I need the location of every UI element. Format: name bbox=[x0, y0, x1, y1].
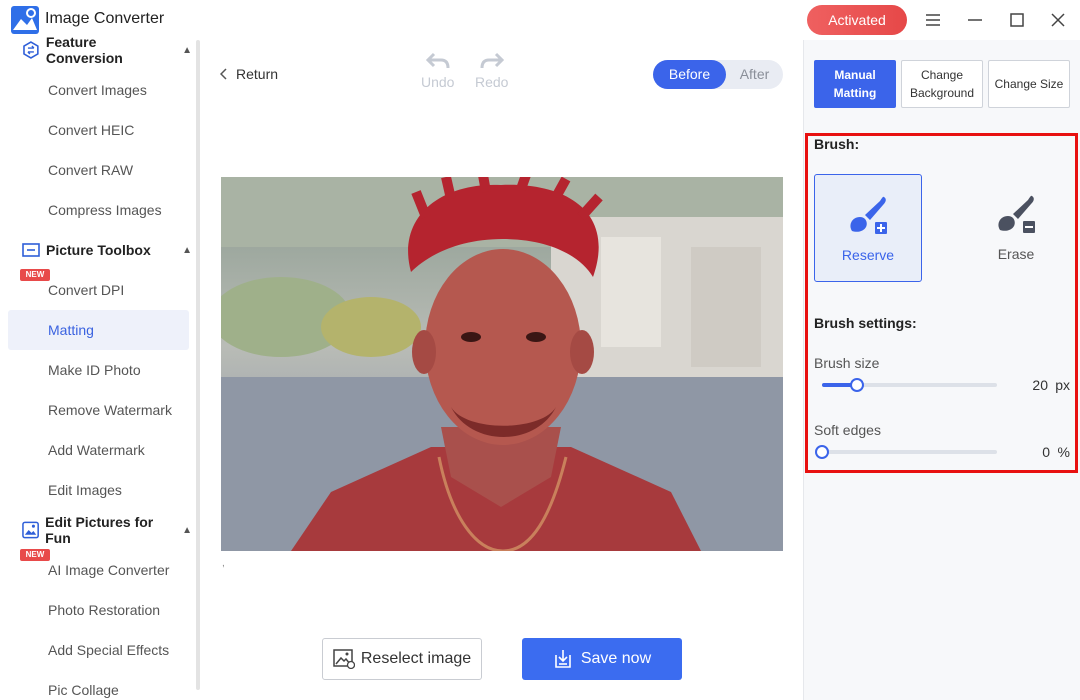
brush-settings-heading: Brush settings: bbox=[814, 315, 917, 331]
sidebar-group-feature-conversion[interactable]: Feature Conversion ▲ bbox=[22, 34, 192, 66]
sidebar-item-photo-restoration[interactable]: Photo Restoration bbox=[8, 590, 189, 630]
sidebar-item-remove-watermark[interactable]: Remove Watermark bbox=[8, 390, 189, 430]
return-button[interactable]: Return bbox=[220, 66, 278, 82]
redo-icon bbox=[480, 52, 504, 69]
undo-button[interactable]: Undo bbox=[421, 52, 454, 90]
sidebar-group-label: Feature Conversion bbox=[45, 34, 123, 66]
sidebar-item-compress-images[interactable]: Compress Images bbox=[8, 190, 189, 230]
undo-label: Undo bbox=[421, 74, 455, 90]
soft-edges-slider[interactable] bbox=[815, 445, 997, 459]
sidebar-group-label: Picture Toolbox bbox=[46, 242, 151, 258]
brush-plus-icon bbox=[850, 196, 889, 236]
sidebar-item-add-watermark[interactable]: Add Watermark bbox=[8, 430, 189, 470]
after-option[interactable]: After bbox=[726, 60, 783, 89]
minimize-icon[interactable] bbox=[963, 8, 987, 32]
sidebar-item-convert-dpi[interactable]: Convert DPI bbox=[8, 270, 189, 310]
chevron-left-icon bbox=[220, 68, 227, 80]
reserve-label: Reserve bbox=[841, 247, 895, 263]
chevron-up-icon: ▲ bbox=[182, 524, 192, 536]
maximize-icon[interactable] bbox=[1005, 8, 1029, 32]
brush-size-thumb[interactable] bbox=[850, 378, 864, 392]
reselect-image-button[interactable]: Reselect image bbox=[322, 638, 482, 680]
return-label: Return bbox=[236, 66, 279, 82]
brush-size-unit: px bbox=[1055, 377, 1070, 393]
before-after-toggle[interactable]: Before After bbox=[653, 60, 783, 89]
brush-heading: Brush: bbox=[814, 136, 860, 152]
sidebar-group-edit-pictures-for-fun[interactable]: Edit Pictures for Fun ▲ bbox=[22, 514, 192, 546]
sidebar-item-convert-images[interactable]: Convert Images bbox=[8, 70, 189, 110]
sidebar-item-add-special-effects[interactable]: Add Special Effects bbox=[8, 630, 189, 670]
soft-edges-label: Soft edges bbox=[814, 422, 881, 438]
reselect-label: Reselect image bbox=[360, 650, 472, 667]
erase-brush-button[interactable]: Erase bbox=[962, 174, 1070, 282]
matting-canvas[interactable] bbox=[221, 177, 783, 551]
soft-edges-thumb[interactable] bbox=[815, 445, 829, 459]
before-option[interactable]: Before bbox=[653, 60, 726, 89]
sidebar-item-matting[interactable]: Matting bbox=[8, 310, 189, 350]
tab-manual-matting[interactable]: Manual Matting bbox=[814, 60, 896, 108]
erase-label: Erase bbox=[997, 246, 1035, 262]
sidebar-item-pic-collage[interactable]: Pic Collage bbox=[8, 670, 189, 700]
picture-fun-icon bbox=[22, 521, 39, 539]
sidebar-item-convert-raw[interactable]: Convert RAW bbox=[8, 150, 189, 190]
save-now-button[interactable]: Save now bbox=[522, 638, 682, 680]
reserve-brush-button[interactable]: Reserve bbox=[814, 174, 922, 282]
undo-icon bbox=[425, 52, 450, 69]
brush-minus-icon bbox=[998, 195, 1037, 235]
soft-edges-value: 0 bbox=[1042, 444, 1050, 460]
image-icon bbox=[333, 649, 355, 669]
app-logo-icon bbox=[11, 6, 39, 34]
chevron-up-icon: ▲ bbox=[182, 44, 192, 56]
download-icon bbox=[555, 650, 571, 668]
toolbox-icon bbox=[22, 243, 40, 257]
sidebar-item-ai-image-converter[interactable]: AI Image Converter bbox=[8, 550, 189, 590]
soft-edges-unit: % bbox=[1057, 444, 1070, 460]
sidebar-group-label: Edit Pictures for Fun bbox=[45, 514, 154, 546]
app-title: Image Converter bbox=[45, 10, 165, 27]
canvas-caption-mark: , bbox=[222, 558, 225, 569]
menu-icon[interactable] bbox=[921, 8, 945, 32]
sidebar-group-picture-toolbox[interactable]: Picture Toolbox ▲ bbox=[22, 239, 192, 261]
brush-size-value: 20 bbox=[1032, 377, 1048, 393]
sidebar-item-convert-heic[interactable]: Convert HEIC bbox=[8, 110, 189, 150]
app-window: Image Converter Activated Feature Conver… bbox=[0, 0, 1080, 700]
tab-change-size[interactable]: Change Size bbox=[988, 60, 1070, 108]
save-label: Save now bbox=[580, 650, 652, 667]
sidebar-item-make-id-photo[interactable]: Make ID Photo bbox=[8, 350, 189, 390]
redo-button[interactable]: Redo bbox=[475, 52, 508, 90]
close-icon[interactable] bbox=[1046, 8, 1070, 32]
redo-label: Redo bbox=[475, 74, 509, 90]
brush-size-label: Brush size bbox=[814, 355, 880, 371]
activated-button[interactable]: Activated bbox=[807, 5, 907, 35]
brush-size-slider[interactable] bbox=[822, 378, 997, 392]
portrait-image bbox=[221, 177, 783, 551]
sidebar-item-edit-images[interactable]: Edit Images bbox=[8, 470, 189, 510]
chevron-up-icon: ▲ bbox=[182, 244, 192, 256]
convert-icon bbox=[23, 41, 39, 59]
tab-change-background[interactable]: Change Background bbox=[901, 60, 983, 108]
